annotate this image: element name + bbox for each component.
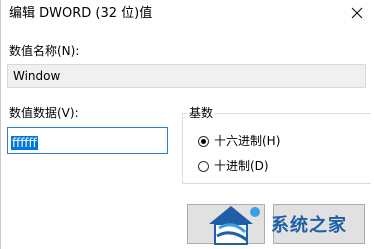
value-data-selected-text: ffffff bbox=[11, 136, 38, 150]
edit-dword-dialog: 编辑 DWORD (32 位)值 数值名称(N): Window 数值数据(V)… bbox=[0, 0, 374, 249]
radio-decimal-label: 十进制(D) bbox=[214, 159, 269, 173]
value-data-label: 数值数据(V): bbox=[9, 106, 79, 120]
watermark-text: 系统之家 bbox=[271, 215, 347, 236]
radio-decimal[interactable]: 十进制(D) bbox=[198, 159, 269, 173]
radio-decimal-indicator bbox=[198, 160, 209, 172]
value-name-text: Window bbox=[13, 69, 61, 83]
close-button[interactable] bbox=[347, 3, 367, 23]
value-name-label: 数值名称(N): bbox=[9, 44, 80, 58]
window-title: 编辑 DWORD (32 位)值 bbox=[9, 6, 153, 21]
watermark: 系统之家 bbox=[203, 198, 374, 249]
value-name-field: Window bbox=[7, 64, 366, 88]
house-logo-icon bbox=[209, 206, 260, 245]
close-icon bbox=[351, 7, 363, 19]
value-data-input[interactable]: ffffff bbox=[7, 127, 168, 154]
radio-hex-indicator bbox=[198, 135, 209, 147]
radio-hex[interactable]: 十六进制(H) bbox=[198, 134, 280, 148]
title-bar: 编辑 DWORD (32 位)值 bbox=[1, 0, 374, 28]
radio-hex-label: 十六进制(H) bbox=[214, 134, 281, 148]
radix-groupbox bbox=[182, 113, 371, 184]
radix-legend: 基数 bbox=[187, 106, 216, 120]
